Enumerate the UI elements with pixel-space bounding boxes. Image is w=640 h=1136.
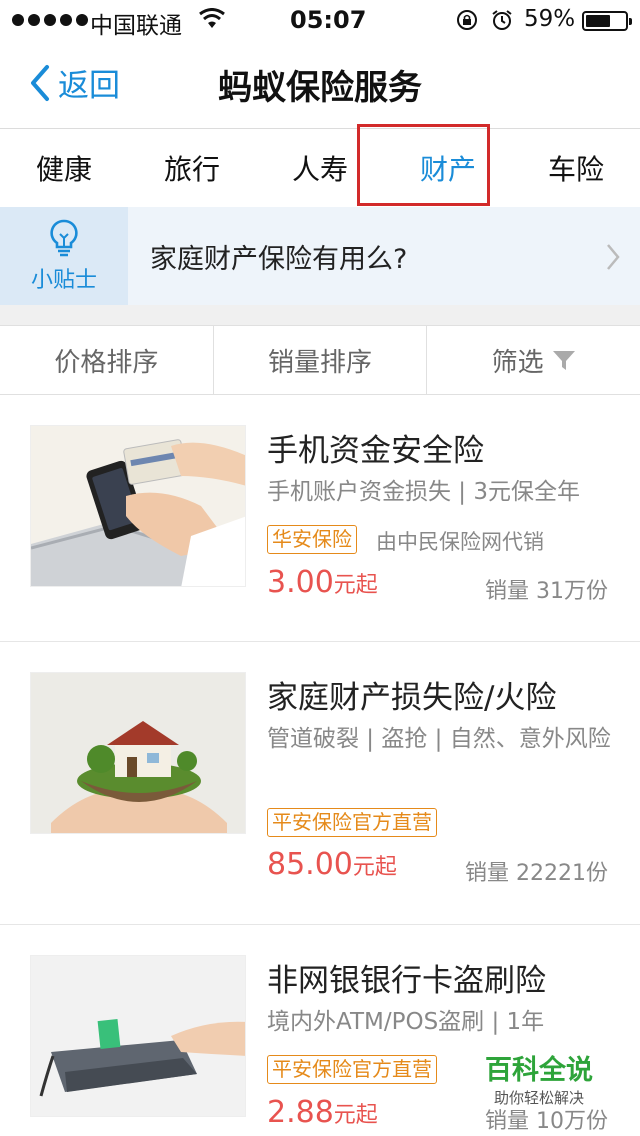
product-price: 2.88元起 xyxy=(267,1095,378,1130)
agent-text: 由中民保险网代销 xyxy=(376,530,544,554)
product-price: 85.00元起 xyxy=(267,847,397,882)
tab-auto[interactable]: 车险 xyxy=(512,129,640,207)
back-label: 返回 xyxy=(58,68,120,104)
tip-banner[interactable]: 小贴士 家庭财产保险有用么? xyxy=(0,207,640,305)
product-item[interactable]: 家庭财产损失险/火险 管道破裂 | 盗抢 | 自然、意外风险 平安保险官方直营 … xyxy=(0,642,640,925)
wifi-icon xyxy=(199,8,225,28)
battery-percent: 59% xyxy=(524,6,576,32)
tip-text: 家庭财产保险有用么? xyxy=(150,244,408,275)
status-time: 05:07 xyxy=(290,6,367,34)
tip-label: 小贴士 xyxy=(30,268,97,293)
tab-travel[interactable]: 旅行 xyxy=(128,129,256,207)
filter-icon xyxy=(552,351,575,370)
sort-bar: 价格排序 销量排序 筛选 xyxy=(0,325,640,395)
signal-strength-icon xyxy=(12,14,88,26)
tab-health[interactable]: 健康 xyxy=(0,129,128,207)
chevron-left-icon xyxy=(31,64,49,101)
category-tabs: 健康 旅行 人寿 财产 车险 xyxy=(0,129,640,207)
sales-count: 销量 22221份 xyxy=(465,861,608,886)
product-image xyxy=(30,955,246,1117)
watermark-subtitle: 助你轻松解决 xyxy=(493,1089,584,1107)
tip-icon-box: 小贴士 xyxy=(0,207,128,305)
section-gap xyxy=(0,305,640,325)
rotation-lock-icon xyxy=(457,10,477,30)
price-sort-button[interactable]: 价格排序 xyxy=(0,326,214,394)
sales-count: 销量 31万份 xyxy=(485,579,608,604)
battery-icon xyxy=(582,11,632,31)
product-title: 非网银银行卡盗刷险 xyxy=(267,963,546,999)
insurer-badge: 平安保险官方直营 xyxy=(267,808,437,837)
lightbulb-icon xyxy=(50,219,78,257)
carrier-name: 中国联通 xyxy=(90,13,182,39)
back-button[interactable]: 返回 xyxy=(28,60,120,105)
insurer-badge: 华安保险 xyxy=(267,525,357,554)
product-title: 手机资金安全险 xyxy=(267,433,484,469)
sales-sort-button[interactable]: 销量排序 xyxy=(214,326,428,394)
product-title: 家庭财产损失险/火险 xyxy=(267,680,557,716)
watermark-title: 百科全说 xyxy=(485,1055,593,1086)
product-image xyxy=(30,425,246,587)
house-in-hands-image xyxy=(31,673,245,833)
product-description: 管道破裂 | 盗抢 | 自然、意外风险 xyxy=(267,726,611,752)
filter-button[interactable]: 筛选 xyxy=(427,326,640,394)
watermark: 百科全说 助你轻松解决 xyxy=(474,1048,604,1108)
product-price: 3.00元起 xyxy=(267,565,378,600)
product-description: 手机账户资金损失 | 3元保全年 xyxy=(267,479,581,505)
product-item[interactable]: 手机资金安全险 手机账户资金损失 | 3元保全年 华安保险 由中民保险网代销 3… xyxy=(0,395,640,642)
chevron-right-icon xyxy=(607,244,620,270)
hands-credit-card-phone-image xyxy=(31,426,245,586)
highlight-box xyxy=(357,124,490,206)
pos-terminal-card-image xyxy=(31,956,245,1116)
insurer-badge: 平安保险官方直营 xyxy=(267,1055,437,1084)
alarm-icon xyxy=(492,10,512,30)
product-description: 境内外ATM/POS盗刷 | 1年 xyxy=(267,1009,545,1035)
status-bar: 中国联通 05:07 59% xyxy=(0,0,640,40)
product-image xyxy=(30,672,246,834)
